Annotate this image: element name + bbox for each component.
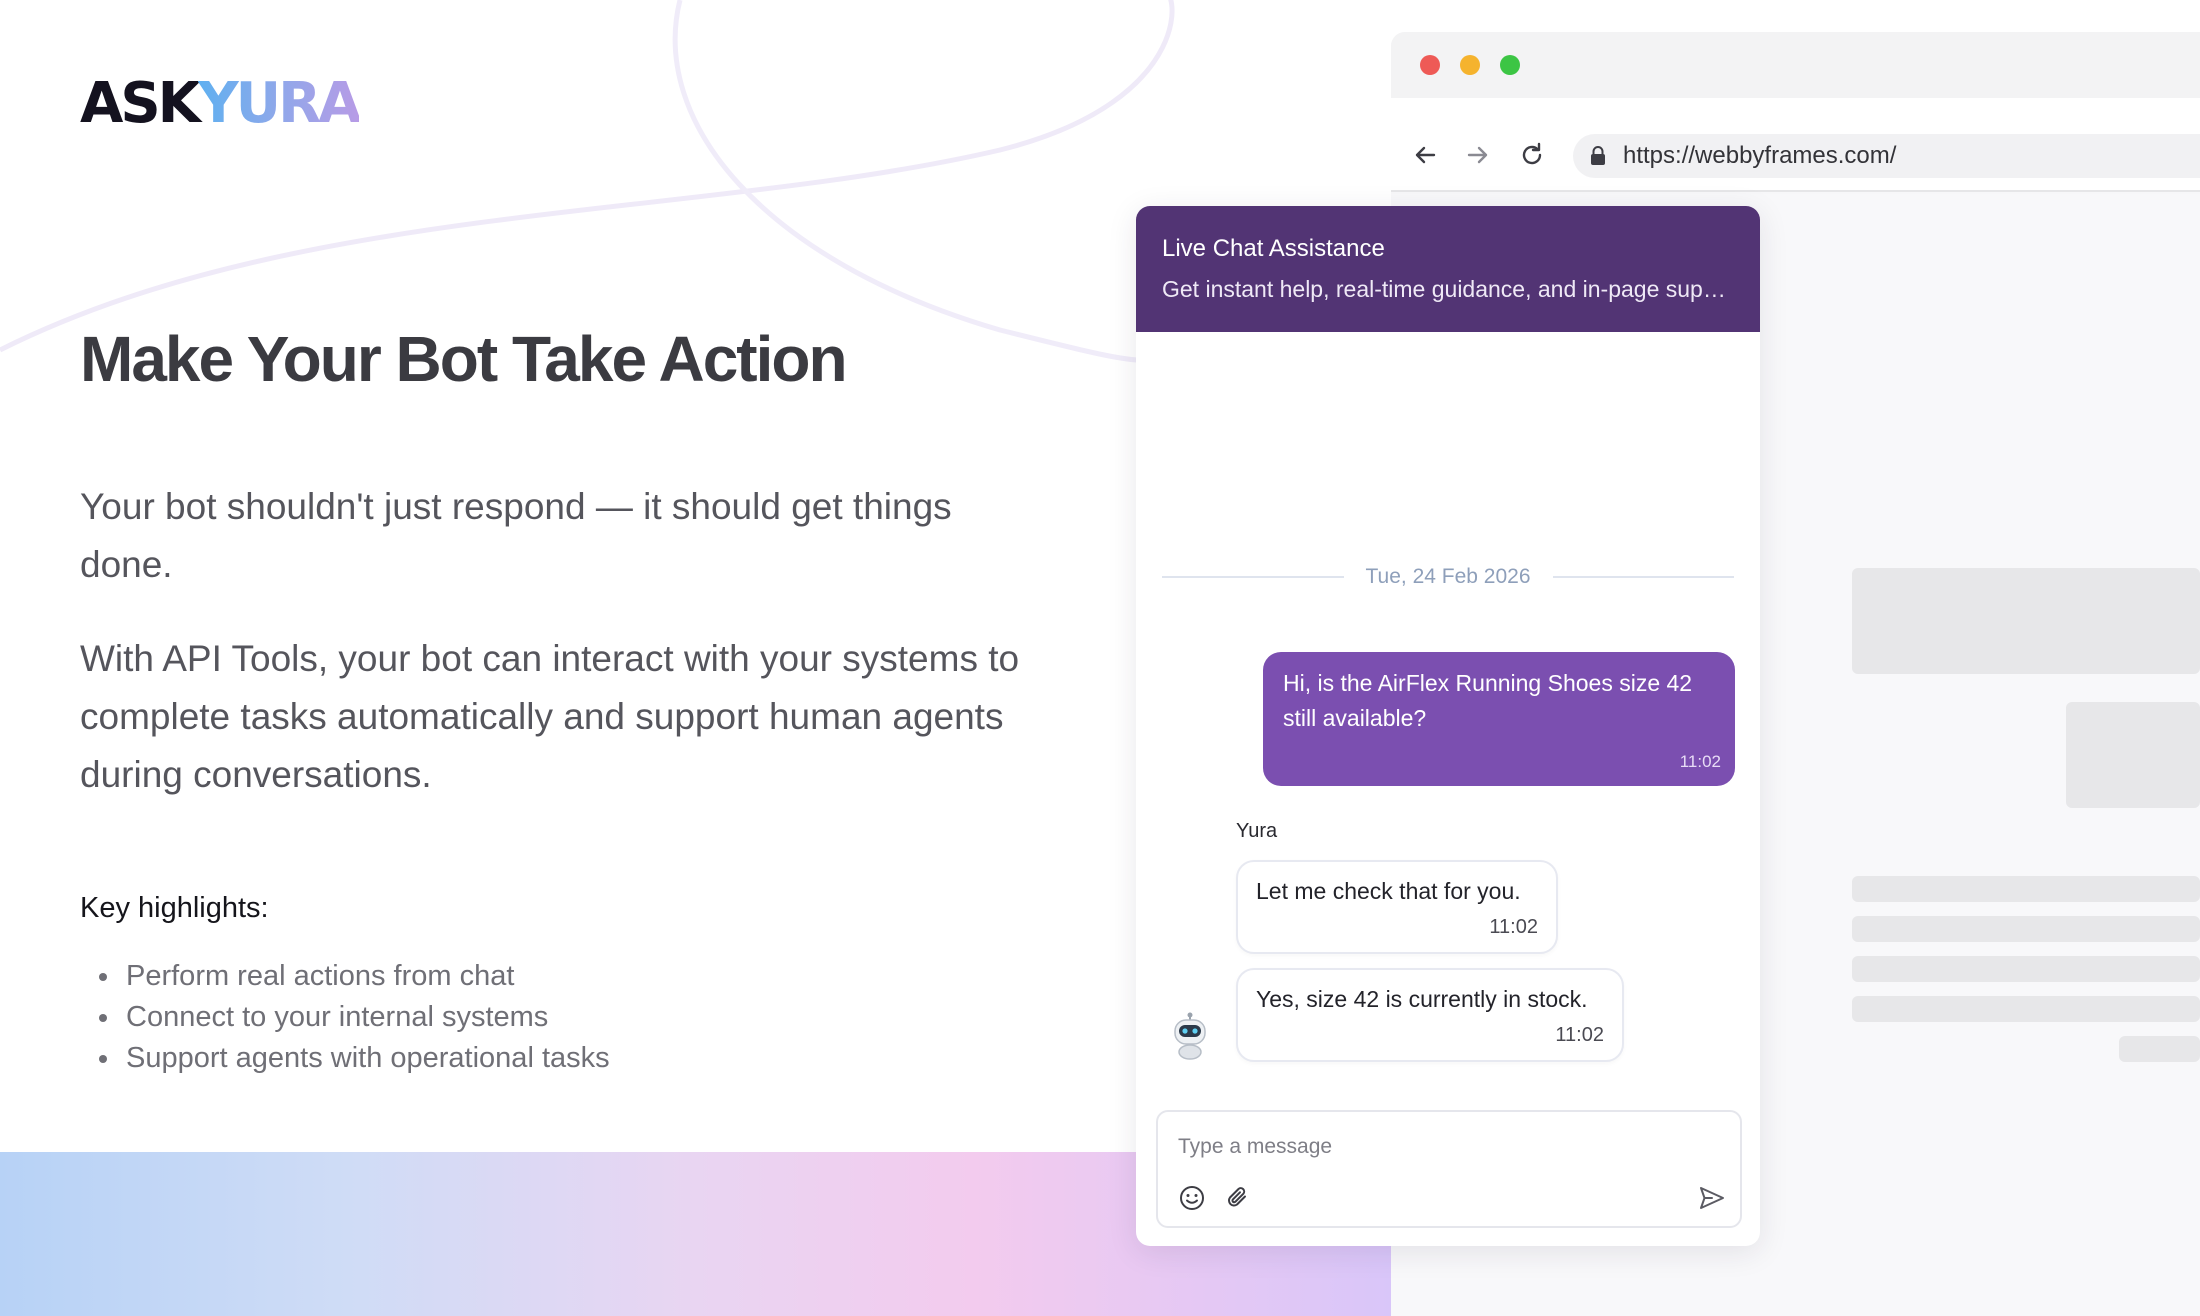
browser-titlebar — [1391, 32, 2200, 98]
user-message-bubble: Hi, is the AirFlex Running Shoes size 42… — [1263, 652, 1735, 786]
description-paragraph: With API Tools, your bot can interact wi… — [80, 638, 1020, 795]
placeholder-line — [1852, 916, 2200, 942]
close-window-button[interactable] — [1420, 55, 1440, 75]
highlight-item: Support agents with operational tasks — [122, 1038, 610, 1079]
message-time: 11:02 — [1489, 916, 1538, 938]
intro-paragraph: Your bot shouldn't just respond — it sho… — [80, 486, 952, 585]
maximize-window-button[interactable] — [1500, 55, 1520, 75]
paperclip-icon[interactable] — [1224, 1184, 1252, 1212]
placeholder-block — [1852, 568, 2200, 674]
highlight-item: Connect to your internal systems — [122, 997, 610, 1038]
highlights-title: Key highlights: — [80, 892, 269, 924]
logo-text-ask: ASK — [80, 71, 201, 136]
bot-sender-name: Yura — [1236, 820, 1278, 842]
message-time: 11:02 — [1555, 1024, 1604, 1046]
placeholder-line — [2119, 1036, 2200, 1062]
placeholder-line — [1852, 996, 2200, 1022]
forward-arrow-icon[interactable] — [1463, 140, 1493, 170]
browser-toolbar: https://webbyframes.com/ — [1391, 98, 2200, 192]
send-icon[interactable] — [1698, 1184, 1726, 1212]
date-separator: Tue, 24 Feb 2026 — [1162, 562, 1735, 592]
brand-logo: ASK YURA — [80, 71, 362, 136]
message-composer — [1156, 1110, 1742, 1228]
address-bar[interactable]: https://webbyframes.com/ — [1573, 134, 2200, 178]
chat-widget: Live Chat Assistance Get instant help, r… — [1136, 206, 1760, 1246]
placeholder-line — [1852, 876, 2200, 902]
page-headline: Make Your Bot Take Action — [80, 323, 848, 395]
back-arrow-icon[interactable] — [1410, 140, 1440, 170]
message-time: 11:02 — [1679, 752, 1721, 771]
chat-title: Live Chat Assistance — [1162, 235, 1385, 262]
highlight-item: Perform real actions from chat — [122, 956, 610, 997]
message-text: Let me check that for you. — [1256, 878, 1521, 904]
placeholder-line — [1852, 956, 2200, 982]
chat-header: Live Chat Assistance Get instant help, r… — [1136, 206, 1760, 332]
minimize-window-button[interactable] — [1460, 55, 1480, 75]
bot-message-bubble: Let me check that for you. 11:02 — [1236, 860, 1558, 954]
placeholder-block — [2066, 702, 2200, 808]
chat-subtitle: Get instant help, real-time guidance, an… — [1162, 276, 1734, 302]
bot-message-bubble: Yes, size 42 is currently in stock. 11:0… — [1236, 968, 1624, 1062]
message-text: Yes, size 42 is currently in stock. — [1256, 986, 1588, 1012]
date-label: Tue, 24 Feb 2026 — [1365, 565, 1531, 588]
url-text: https://webbyframes.com/ — [1623, 142, 1897, 169]
robot-avatar-icon — [1174, 1012, 1206, 1060]
divider-line — [1162, 576, 1344, 578]
lock-icon — [1591, 146, 1605, 165]
logo-text-yura: YURA — [198, 71, 361, 136]
message-input[interactable] — [1178, 1132, 1678, 1162]
highlights-list: Perform real actions from chat Connect t… — [122, 956, 610, 1079]
divider-line — [1552, 576, 1735, 578]
message-text: Hi, is the AirFlex Running Shoes size 42… — [1283, 670, 1693, 731]
reload-icon[interactable] — [1517, 140, 1547, 170]
emoji-icon[interactable] — [1178, 1184, 1206, 1212]
